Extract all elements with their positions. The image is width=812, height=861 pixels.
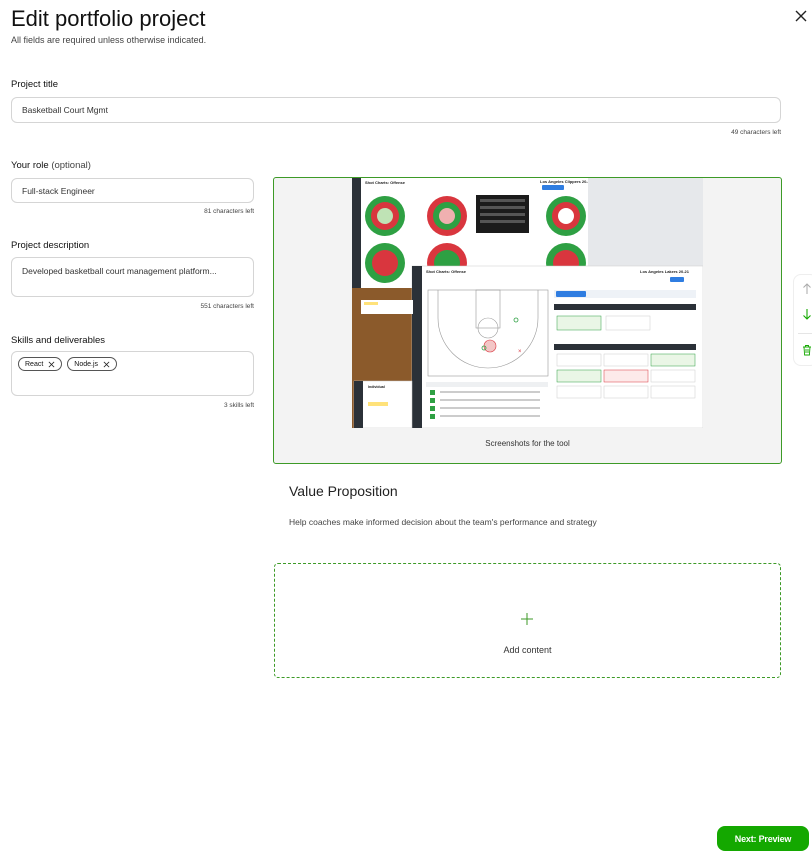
value-proposition-text[interactable]: Help coaches make informed decision abou… (289, 517, 597, 527)
project-screenshot-image: Shot Charts: Offense Los Angeles Clipper… (352, 178, 703, 428)
individual-text: Individual (368, 385, 385, 389)
description-textarea[interactable]: Developed basketball court management pl… (11, 257, 254, 297)
description-counter: 551 characters left (200, 303, 254, 310)
page-subtitle: All fields are required unless otherwise… (11, 35, 207, 45)
trash-icon[interactable] (802, 344, 812, 356)
remove-icon[interactable] (48, 361, 55, 368)
front-title-text: Shot Charts: Offense (426, 269, 467, 274)
role-counter: 81 characters left (204, 208, 254, 215)
plus-icon[interactable] (520, 612, 534, 626)
project-title-input[interactable]: Basketball Court Mgmt (11, 97, 781, 123)
skills-input[interactable]: React Node.js (11, 351, 254, 396)
front-team-text: Los Angeles Lakers 20-21 (640, 269, 690, 274)
description-label: Project description (11, 240, 90, 251)
value-proposition-title[interactable]: Value Proposition (289, 483, 398, 499)
add-content-label[interactable]: Add content (274, 645, 781, 655)
screenshot-caption: Screenshots for the tool (485, 439, 570, 448)
page-title: Edit portfolio project (11, 6, 206, 31)
role-label: Your role (optional) (11, 160, 91, 171)
role-optional-text: (optional) (51, 160, 91, 171)
skills-label: Skills and deliverables (11, 335, 105, 346)
role-input[interactable]: Full-stack Engineer (11, 178, 254, 203)
move-down-icon[interactable] (802, 308, 812, 320)
project-title-label: Project title (11, 79, 58, 90)
skill-chip-nodejs[interactable]: Node.js (67, 357, 118, 371)
back-team-text: Los Angeles Clippers 20-21 (540, 179, 593, 184)
svg-text:×: × (518, 349, 522, 355)
remove-icon[interactable] (103, 361, 110, 368)
skill-chip-react[interactable]: React (18, 357, 63, 371)
skill-chip-label: React (25, 360, 44, 368)
back-title-text: Shot Charts: Offense (365, 180, 406, 185)
skill-chip-label: Node.js (74, 360, 99, 368)
close-icon[interactable] (791, 6, 812, 28)
next-preview-button[interactable]: Next: Preview (717, 826, 809, 851)
skills-counter: 3 skills left (224, 402, 254, 409)
move-up-icon[interactable] (802, 283, 812, 295)
project-title-counter: 49 characters left (731, 129, 781, 136)
role-label-text: Your role (11, 160, 49, 171)
tools-divider (798, 333, 812, 334)
